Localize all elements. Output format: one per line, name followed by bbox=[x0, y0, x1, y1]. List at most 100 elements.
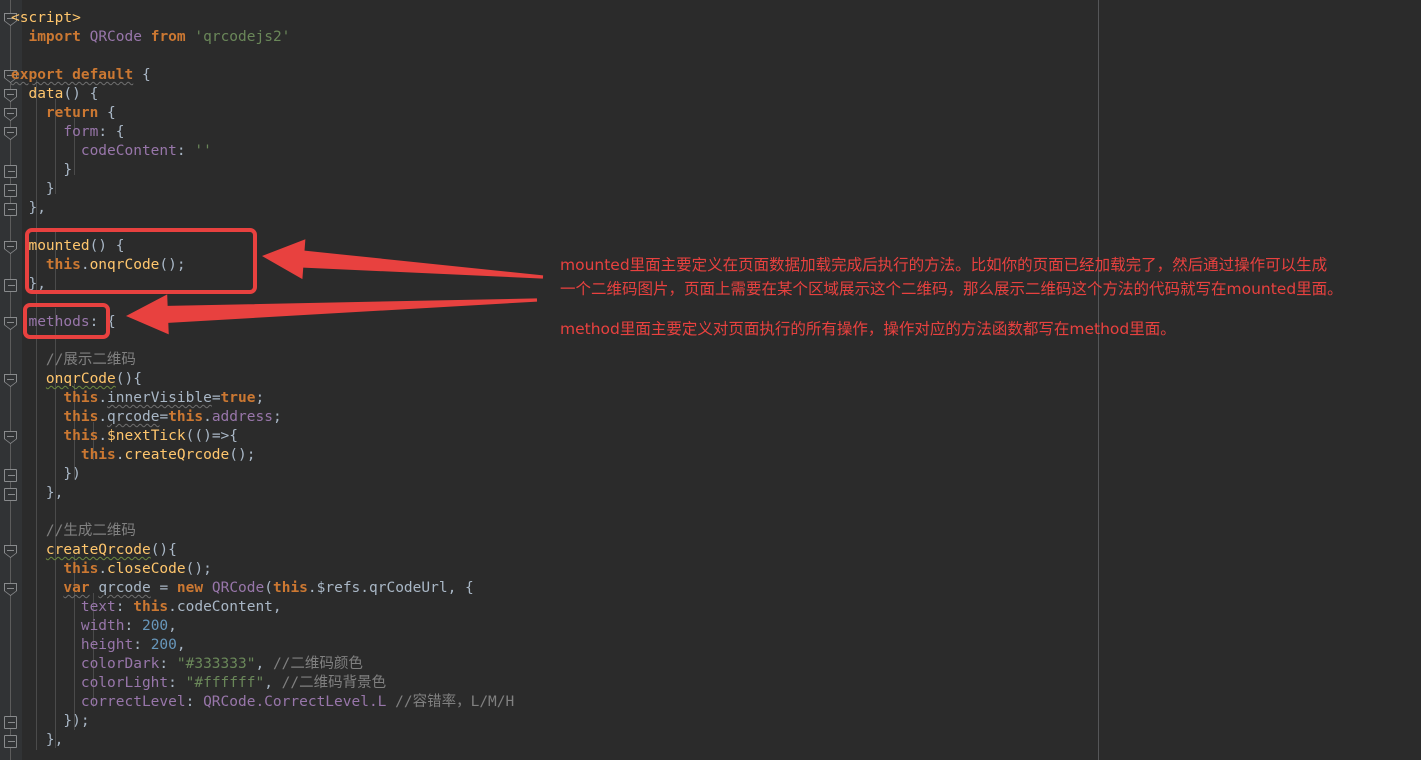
code-token: qrcode bbox=[107, 409, 160, 425]
code-token: return bbox=[45, 105, 99, 121]
code-token: : bbox=[133, 637, 151, 653]
code-token: height bbox=[80, 637, 134, 653]
code-token: 200 bbox=[141, 618, 169, 634]
code-token: import bbox=[28, 29, 81, 45]
fold-minus-icon bbox=[8, 190, 15, 191]
code-token: qrcode bbox=[98, 580, 151, 596]
code-line[interactable]: mounted() { bbox=[11, 237, 125, 256]
code-line[interactable]: text: this.codeContent, bbox=[11, 598, 282, 617]
code-token: = bbox=[211, 390, 221, 406]
code-line[interactable]: this.onqrCode(); bbox=[11, 256, 186, 275]
code-line[interactable] bbox=[11, 218, 20, 237]
code-token: . bbox=[203, 409, 212, 425]
code-line[interactable]: this.qrcode=this.address; bbox=[11, 408, 281, 427]
code-token: : bbox=[176, 143, 195, 159]
code-token: createQrcode bbox=[45, 542, 151, 558]
code-token: this bbox=[63, 409, 99, 425]
code-token: methods bbox=[28, 314, 90, 330]
code-line[interactable]: <script> bbox=[11, 9, 81, 28]
code-token: , bbox=[255, 656, 273, 672]
code-line[interactable]: methods: { bbox=[11, 313, 116, 332]
code-line[interactable]: var qrcode = new QRCode(this.$refs.qrCod… bbox=[11, 579, 474, 598]
code-token: codeContent bbox=[80, 143, 177, 159]
code-line[interactable] bbox=[11, 332, 20, 351]
code-token: $nextTick bbox=[107, 428, 186, 444]
code-token: '' bbox=[194, 143, 212, 159]
code-line[interactable]: this.innerVisible=true; bbox=[11, 389, 264, 408]
code-token: () { bbox=[89, 238, 125, 254]
code-line[interactable]: codeContent: '' bbox=[11, 142, 212, 161]
code-token: this bbox=[63, 428, 99, 444]
methods-explanation: method里面主要定义对页面执行的所有操作，操作对应的方法函数都写在metho… bbox=[560, 317, 1176, 341]
code-token: new bbox=[176, 580, 204, 596]
code-line[interactable]: }, bbox=[11, 484, 63, 503]
code-line[interactable] bbox=[11, 503, 20, 522]
code-token: }, bbox=[11, 276, 46, 292]
code-line[interactable] bbox=[11, 294, 20, 313]
code-line[interactable]: } bbox=[11, 180, 55, 199]
code-line[interactable]: onqrCode(){ bbox=[11, 370, 142, 389]
code-token: }, bbox=[11, 485, 64, 501]
code-line[interactable]: export default { bbox=[11, 66, 151, 85]
code-token: .codeContent, bbox=[168, 599, 282, 615]
code-line[interactable]: }, bbox=[11, 199, 45, 218]
code-line[interactable]: //展示二维码 bbox=[11, 351, 136, 370]
code-token: : bbox=[115, 599, 134, 615]
code-line[interactable]: colorLight: "#ffffff", //二维码背景色 bbox=[11, 674, 386, 693]
code-token: : { bbox=[89, 314, 116, 330]
code-line[interactable]: data() { bbox=[11, 85, 98, 104]
code-token: }, bbox=[11, 732, 64, 748]
code-token: true bbox=[220, 390, 256, 406]
code-line[interactable]: }); bbox=[11, 712, 89, 731]
code-token: this bbox=[63, 561, 99, 577]
code-line[interactable]: this.createQrcode(); bbox=[11, 446, 256, 465]
code-token: 200 bbox=[150, 637, 177, 653]
code-text-area[interactable]: <script> import QRCode from 'qrcodejs2' … bbox=[0, 0, 1421, 760]
code-token: this bbox=[63, 390, 99, 406]
code-line[interactable]: } bbox=[11, 161, 72, 180]
code-line[interactable]: width: 200, bbox=[11, 617, 177, 636]
code-line[interactable]: createQrcode(){ bbox=[11, 541, 177, 560]
fold-minus-icon bbox=[8, 285, 15, 286]
code-token: onqrCode bbox=[89, 257, 160, 273]
fold-minus-icon bbox=[8, 209, 15, 210]
code-token: }) bbox=[11, 466, 81, 482]
fold-minus-icon bbox=[8, 741, 15, 742]
code-token: this bbox=[168, 409, 204, 425]
code-line[interactable]: }, bbox=[11, 275, 46, 294]
code-token: } bbox=[11, 181, 55, 197]
code-token: (); bbox=[229, 447, 256, 463]
code-token: closeCode bbox=[107, 561, 186, 577]
code-token: (){ bbox=[115, 371, 142, 387]
code-token: : bbox=[124, 618, 142, 634]
code-line[interactable]: }) bbox=[11, 465, 81, 484]
code-line[interactable]: height: 200, bbox=[11, 636, 186, 655]
code-line[interactable]: colorDark: "#333333", //二维码颜色 bbox=[11, 655, 363, 674]
code-line[interactable]: this.closeCode(); bbox=[11, 560, 211, 579]
code-line[interactable]: }, bbox=[11, 731, 63, 750]
code-line[interactable]: return { bbox=[11, 104, 116, 123]
code-token: .$refs.qrCodeUrl, { bbox=[307, 580, 474, 596]
code-token: QRCode bbox=[89, 29, 142, 45]
code-line[interactable]: import QRCode from 'qrcodejs2' bbox=[11, 28, 290, 47]
code-line[interactable]: this.$nextTick(()=>{ bbox=[11, 427, 238, 446]
code-line[interactable]: form: { bbox=[11, 123, 124, 142]
code-line[interactable]: correctLevel: QRCode.CorrectLevel.L //容错… bbox=[11, 693, 514, 712]
code-token: "#333333" bbox=[176, 656, 256, 672]
code-line[interactable]: //生成二维码 bbox=[11, 522, 136, 541]
code-editor[interactable]: <script> import QRCode from 'qrcodejs2' … bbox=[0, 0, 1421, 760]
code-token: form bbox=[63, 124, 99, 140]
code-token: QRCode bbox=[211, 580, 265, 596]
code-line[interactable] bbox=[11, 47, 20, 66]
